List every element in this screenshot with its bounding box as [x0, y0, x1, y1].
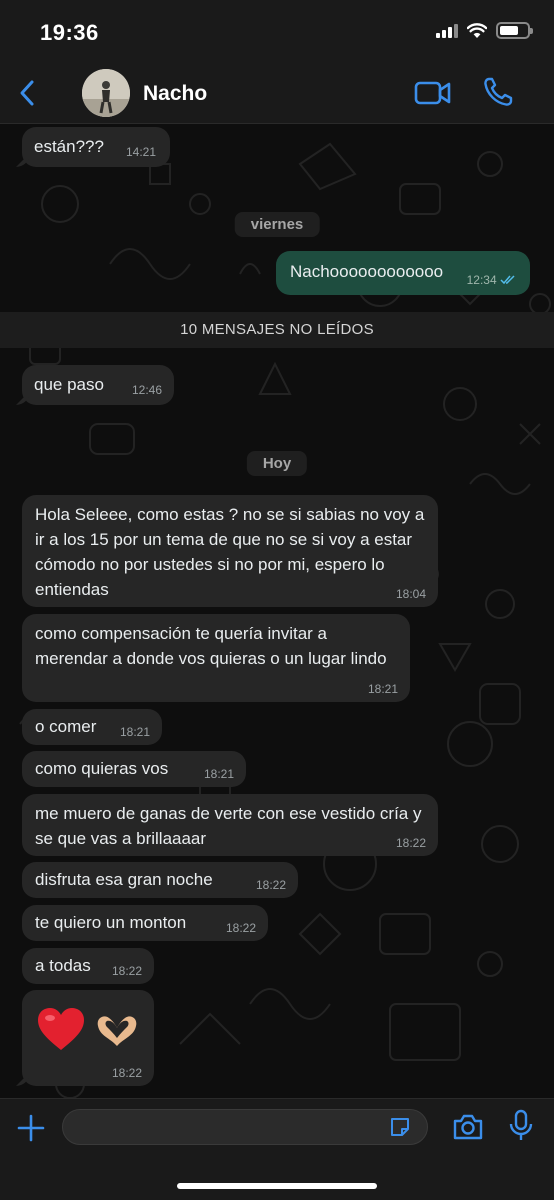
read-ticks-icon: [500, 275, 515, 285]
message-text: están???: [34, 137, 104, 156]
video-call-icon[interactable]: [414, 78, 452, 108]
message-time: 18:22: [111, 1066, 142, 1080]
message-text: Nachoooooooooooo: [290, 262, 444, 281]
message-time: 18:22: [255, 878, 286, 892]
unread-messages-banner: 10 MENSAJES NO LEÍDOS: [0, 312, 554, 348]
message-time-value: 12:34: [466, 273, 497, 287]
message-bubble[interactable]: a todas 18:22: [22, 948, 154, 984]
message-bubble[interactable]: me muero de ganas de verte con ese vesti…: [22, 794, 438, 856]
date-separator: viernes: [234, 212, 320, 237]
status-time: 19:36: [40, 20, 99, 45]
message-time: 18:22: [111, 964, 142, 978]
chat-header: Nacho: [0, 62, 554, 124]
message-time: 12:46: [131, 383, 162, 397]
message-bubble[interactable]: ❤️ 🫶🏼 18:22: [22, 990, 154, 1086]
message-text: que paso: [34, 375, 104, 394]
message-text: como quieras vos: [35, 759, 169, 778]
heart-emoji-icon: [38, 1008, 84, 1050]
message-bubble[interactable]: o comer 18:21: [22, 709, 162, 745]
message-time: 14:21: [125, 145, 156, 159]
contact-name[interactable]: Nacho: [143, 82, 207, 106]
message-time: 18:21: [119, 725, 150, 739]
heart-hands-emoji-icon: [97, 1016, 137, 1046]
message-composer: [0, 1098, 554, 1200]
message-text: a todas: [35, 956, 91, 975]
wifi-icon: [467, 22, 487, 38]
message-time: 12:34: [467, 273, 516, 287]
message-bubble[interactable]: te quiero un monton 18:22: [22, 905, 268, 941]
cellular-signal-icon: [436, 23, 458, 38]
status-bar: 19:36: [0, 0, 554, 62]
microphone-icon[interactable]: [508, 1109, 534, 1143]
message-time: 18:21: [203, 767, 234, 781]
message-text: disfruta esa gran noche: [35, 870, 213, 889]
date-separator: Hoy: [246, 451, 308, 476]
message-bubble[interactable]: Hola Seleee, como estas ? no se si sabia…: [22, 495, 438, 607]
message-bubble[interactable]: están??? 14:21: [22, 127, 170, 167]
chat-area[interactable]: están??? 14:21 viernes Nachoooooooooooo …: [0, 124, 554, 1098]
avatar[interactable]: [82, 69, 130, 117]
message-text: o comer: [35, 717, 97, 736]
home-indicator: [177, 1183, 377, 1189]
message-bubble[interactable]: como quieras vos 18:21: [22, 751, 246, 787]
message-time: 18:04: [395, 587, 426, 601]
sticker-icon[interactable]: [388, 1115, 412, 1139]
message-time: 18:21: [367, 682, 398, 696]
message-text: como compensación te quería invitar a me…: [35, 624, 387, 668]
message-text: te quiero un monton: [35, 913, 187, 932]
camera-icon[interactable]: [452, 1113, 484, 1141]
message-text: Hola Seleee, como estas ? no se si sabia…: [35, 505, 425, 599]
message-time: 18:22: [225, 921, 256, 935]
message-time: 18:22: [395, 836, 426, 850]
message-bubble[interactable]: disfruta esa gran noche 18:22: [22, 862, 298, 898]
status-icons: [436, 22, 533, 39]
phone-icon[interactable]: [482, 76, 514, 108]
battery-icon: [496, 22, 533, 39]
message-text: me muero de ganas de verte con ese vesti…: [35, 804, 422, 848]
message-bubble[interactable]: que paso 12:46: [22, 365, 174, 405]
message-bubble[interactable]: Nachoooooooooooo 12:34: [276, 251, 530, 295]
message-input[interactable]: [62, 1109, 428, 1145]
back-chevron-icon[interactable]: [14, 78, 42, 108]
plus-icon[interactable]: [16, 1113, 46, 1143]
message-bubble[interactable]: como compensación te quería invitar a me…: [22, 614, 410, 702]
